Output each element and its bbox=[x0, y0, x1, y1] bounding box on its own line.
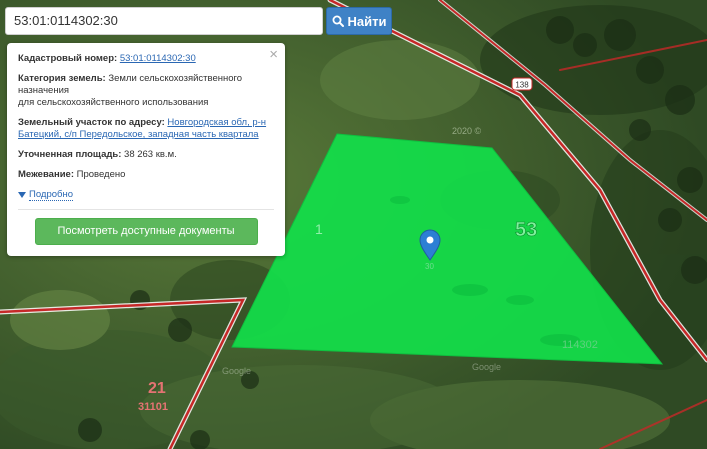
land-use-value: для сельскохозяйственного использования bbox=[18, 97, 209, 108]
survey-value: Проведено bbox=[76, 169, 126, 180]
cadastral-number-link[interactable]: 53:01:0114302:30 bbox=[120, 53, 196, 64]
close-icon[interactable]: × bbox=[269, 47, 278, 62]
parcel-label-small: 1 bbox=[315, 221, 323, 237]
region-number: 21 bbox=[148, 380, 166, 397]
cadastral-number-label: Кадастровый номер: bbox=[18, 53, 118, 64]
area-value: 38 263 кв.м. bbox=[124, 149, 177, 160]
marker-label: 30 bbox=[425, 262, 434, 271]
year-label: 2020 © bbox=[452, 126, 482, 136]
survey-label: Межевание: bbox=[18, 169, 74, 180]
svg-text:138: 138 bbox=[515, 81, 529, 90]
area-row: Уточненная площадь: 38 263 кв.м. bbox=[18, 149, 274, 161]
search-button[interactable]: Найти bbox=[326, 7, 392, 35]
address-label: Земельный участок по адресу: bbox=[18, 117, 165, 128]
view-documents-button[interactable]: Посмотреть доступные документы bbox=[34, 218, 258, 245]
details-label: Подробно bbox=[29, 189, 73, 201]
search-button-label: Найти bbox=[347, 13, 387, 29]
block-number: 31101 bbox=[138, 401, 168, 413]
triangle-down-icon bbox=[18, 192, 26, 198]
land-category-label: Категория земель: bbox=[18, 73, 106, 84]
parcel-block-label: 114302 bbox=[562, 339, 598, 351]
cadastral-number-row: Кадастровый номер: 53:01:0114302:30 bbox=[18, 53, 274, 65]
area-label: Уточненная площадь: bbox=[18, 149, 122, 160]
details-toggle[interactable]: Подробно bbox=[18, 189, 73, 201]
land-category-row: Категория земель: Земли сельскохозяйстве… bbox=[18, 73, 274, 109]
parcel-info-popup: × Кадастровый номер: 53:01:0114302:30 Ка… bbox=[7, 43, 285, 256]
road-number-badge: 138 bbox=[511, 77, 533, 91]
divider bbox=[18, 209, 274, 210]
address-row: Земельный участок по адресу: Новгородска… bbox=[18, 117, 274, 141]
google-watermark-1: Google bbox=[472, 362, 501, 372]
google-watermark-2: Google bbox=[222, 366, 251, 376]
search-input[interactable]: 53:01:0114302:30 bbox=[5, 7, 323, 35]
survey-row: Межевание: Проведено bbox=[18, 169, 274, 181]
search-icon bbox=[332, 15, 344, 27]
parcel-region-label: 53 bbox=[515, 219, 537, 241]
